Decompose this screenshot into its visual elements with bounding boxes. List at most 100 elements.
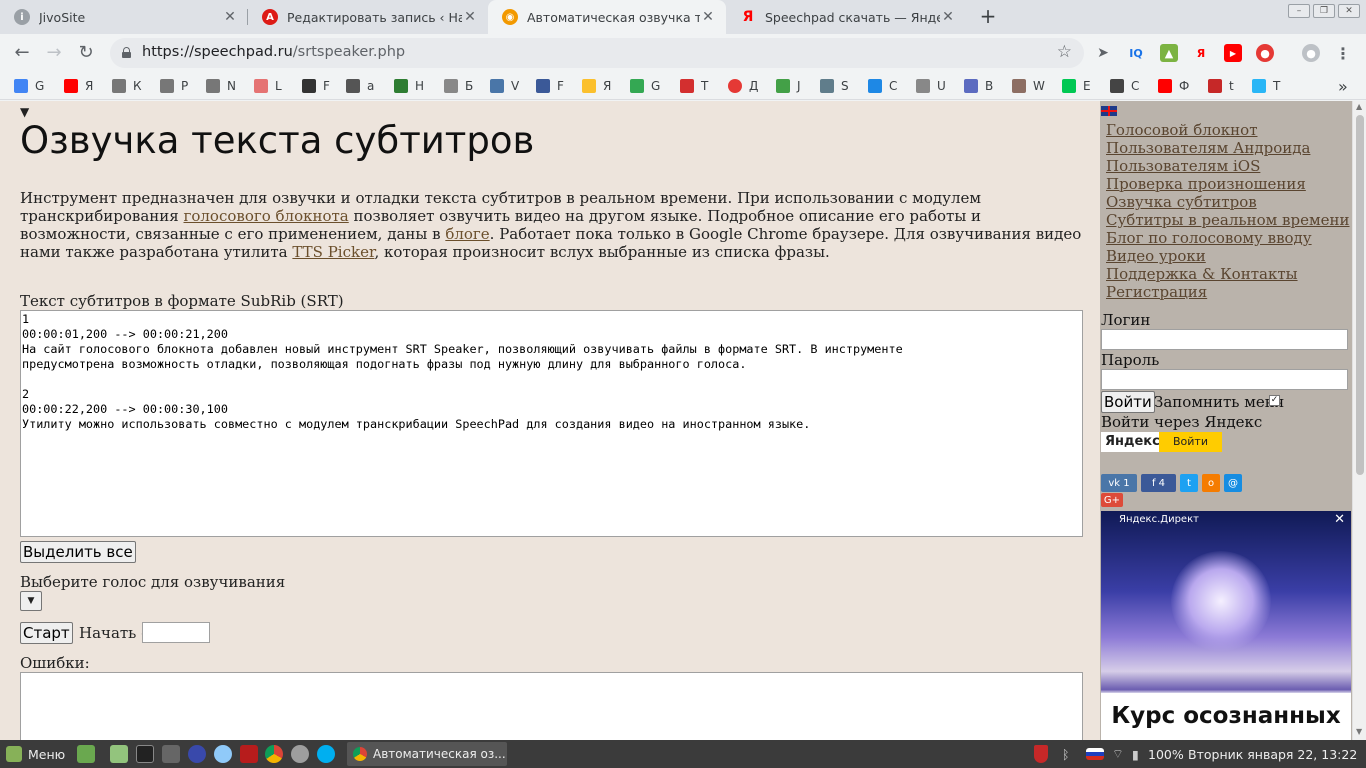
mic-extension-icon[interactable]: ● — [1256, 44, 1274, 62]
close-icon[interactable]: ✕ — [700, 9, 716, 25]
bookmark-item[interactable]: Ф — [1158, 77, 1189, 95]
vk-share-button[interactable]: vk 1 — [1101, 474, 1137, 492]
sidebar-item-support[interactable]: Поддержка & Контакты — [1106, 265, 1350, 283]
bookmark-folder[interactable]: N — [206, 77, 236, 95]
filezilla-icon[interactable] — [240, 745, 258, 763]
bookmark-item[interactable]: L — [254, 77, 282, 95]
bookmark-item[interactable]: Т — [680, 77, 708, 95]
start-button[interactable]: Старт — [20, 622, 73, 644]
start-menu-button[interactable]: Меню — [6, 744, 65, 764]
remember-checkbox[interactable]: ✓ — [1269, 395, 1280, 406]
new-tab-button[interactable]: + — [976, 4, 1000, 28]
bookmark-folder[interactable]: Р — [160, 77, 188, 95]
twitter-share-button[interactable]: t — [1180, 474, 1198, 492]
collapse-triangle-icon[interactable]: ▼ — [20, 105, 29, 119]
network-globe-icon[interactable] — [214, 745, 232, 763]
tab-jivosite[interactable]: i JivoSite ✕ — [0, 0, 248, 34]
bookmark-item[interactable]: В — [964, 77, 993, 95]
terminal-icon[interactable] — [136, 745, 154, 763]
sidebar-item-blog[interactable]: Блог по голосовому вводу — [1106, 229, 1350, 247]
profile-icon[interactable]: ● — [1302, 44, 1320, 62]
scroll-down-icon[interactable]: ▼ — [1356, 727, 1362, 736]
obs-icon[interactable] — [291, 745, 309, 763]
chrome-icon[interactable] — [265, 745, 283, 763]
youtube-extension-icon[interactable]: ▶ — [1224, 44, 1242, 62]
show-desktop-icon[interactable] — [77, 745, 95, 763]
window-close-button[interactable]: ✕ — [1338, 4, 1360, 18]
voice-select[interactable]: ▼ — [20, 591, 42, 611]
clock[interactable]: Вторник января 22, 13:22 — [1188, 744, 1357, 764]
address-bar[interactable]: https://speechpad.ru/srtspeaker.php ☆ — [110, 38, 1084, 68]
close-icon[interactable]: ✕ — [940, 9, 956, 25]
close-icon[interactable]: ✕ — [462, 9, 478, 25]
skype-icon[interactable] — [317, 745, 335, 763]
taskbar-window-chrome[interactable]: Автоматическая оз... — [347, 742, 507, 766]
tab-srt-speaker[interactable]: ◉ Автоматическая озвучка текс ✕ — [488, 0, 726, 34]
tts-picker-link[interactable]: TTS Picker — [292, 243, 374, 261]
sidebar-item-subtitle-voice[interactable]: Озвучка субтитров — [1106, 193, 1350, 211]
sidebar-item-registration[interactable]: Регистрация — [1106, 283, 1350, 301]
start-from-input[interactable] — [142, 622, 210, 643]
errors-textarea[interactable] — [20, 672, 1083, 740]
bookmark-star-icon[interactable]: ☆ — [1057, 42, 1072, 62]
bookmark-item[interactable]: С — [868, 77, 897, 95]
bookmark-item[interactable]: G — [630, 77, 660, 95]
english-flag-icon[interactable] — [1101, 106, 1117, 116]
tab-yandex-search[interactable]: Я Speechpad скачать — Яндекс ✕ — [726, 0, 966, 34]
bookmark-item[interactable]: Я — [64, 77, 93, 95]
bookmark-item[interactable]: V — [490, 77, 519, 95]
bookmark-item[interactable]: F — [536, 77, 564, 95]
sidebar-item-video-lessons[interactable]: Видео уроки — [1106, 247, 1350, 265]
bookmarks-overflow-icon[interactable]: » — [1338, 77, 1348, 96]
iq-extension-icon[interactable]: IQ — [1127, 44, 1145, 62]
shield-icon[interactable] — [1034, 745, 1048, 763]
sidebar-item-ios[interactable]: Пользователям iOS — [1106, 157, 1350, 175]
sidebar-item-android[interactable]: Пользователям Андроида — [1106, 139, 1350, 157]
sidebar-item-realtime-subtitles[interactable]: Субтитры в реальном времени — [1106, 211, 1350, 229]
chrome-menu-icon[interactable]: ⋮ — [1334, 44, 1352, 63]
calculator-icon[interactable] — [162, 745, 180, 763]
close-icon[interactable]: ✕ — [1334, 512, 1345, 527]
voice-notepad-link[interactable]: голосового блокнота — [184, 207, 349, 225]
close-icon[interactable]: ✕ — [222, 9, 238, 25]
scroll-up-icon[interactable]: ▲ — [1356, 102, 1362, 111]
facebook-share-button[interactable]: f 4 — [1141, 474, 1176, 492]
select-all-button[interactable]: Выделить все — [20, 541, 136, 563]
bookmark-item[interactable]: W — [1012, 77, 1045, 95]
russian-flag-icon[interactable] — [1086, 748, 1104, 760]
tab-wordpress-edit[interactable]: A Редактировать запись ‹ Наста ✕ — [248, 0, 488, 34]
bookmark-item[interactable]: Т — [1252, 77, 1280, 95]
bookmark-item[interactable]: U — [916, 77, 946, 95]
advertisement[interactable]: Яндекс.Директ ✕ Курс осознанных — [1101, 511, 1351, 740]
yandex-login-button[interactable]: Яндекс Войти — [1101, 432, 1222, 452]
bookmark-item[interactable]: Б — [444, 77, 473, 95]
extension-arrow-icon[interactable]: ➤ — [1094, 44, 1112, 62]
sidebar-item-pronunciation[interactable]: Проверка произношения — [1106, 175, 1350, 193]
blog-link[interactable]: блоге — [445, 225, 489, 243]
battery-icon[interactable]: ▮ — [1132, 744, 1139, 764]
back-button[interactable]: ← — [10, 41, 34, 65]
page-scrollbar[interactable]: ▲ ▼ — [1352, 101, 1366, 740]
bookmark-item[interactable]: t — [1208, 77, 1234, 95]
bookmark-item[interactable]: С — [1110, 77, 1139, 95]
moimir-share-button[interactable]: @ — [1224, 474, 1242, 492]
password-input[interactable] — [1101, 369, 1348, 390]
files-icon[interactable] — [110, 745, 128, 763]
login-button[interactable]: Войти — [1101, 391, 1155, 413]
yandex-extension-icon[interactable]: Я — [1192, 44, 1210, 62]
bluetooth-icon[interactable]: ᛒ — [1062, 744, 1070, 764]
wifi-icon[interactable]: ⌔ — [1112, 744, 1124, 764]
app-icon[interactable] — [188, 745, 206, 763]
login-input[interactable] — [1101, 329, 1348, 350]
android-extension-icon[interactable]: ▲ — [1160, 44, 1178, 62]
bookmark-folder[interactable]: К — [112, 77, 142, 95]
bookmark-item[interactable]: F — [302, 77, 330, 95]
forward-button[interactable]: → — [42, 41, 66, 65]
reload-button[interactable]: ↻ — [74, 41, 98, 65]
bookmark-item[interactable]: Н — [394, 77, 424, 95]
bookmark-item[interactable]: G — [14, 77, 44, 95]
bookmark-item[interactable]: J — [776, 77, 801, 95]
maximize-button[interactable]: ❐ — [1313, 4, 1335, 18]
gplus-share-button[interactable]: G+ — [1101, 493, 1123, 507]
bookmark-item[interactable]: a — [346, 77, 374, 95]
